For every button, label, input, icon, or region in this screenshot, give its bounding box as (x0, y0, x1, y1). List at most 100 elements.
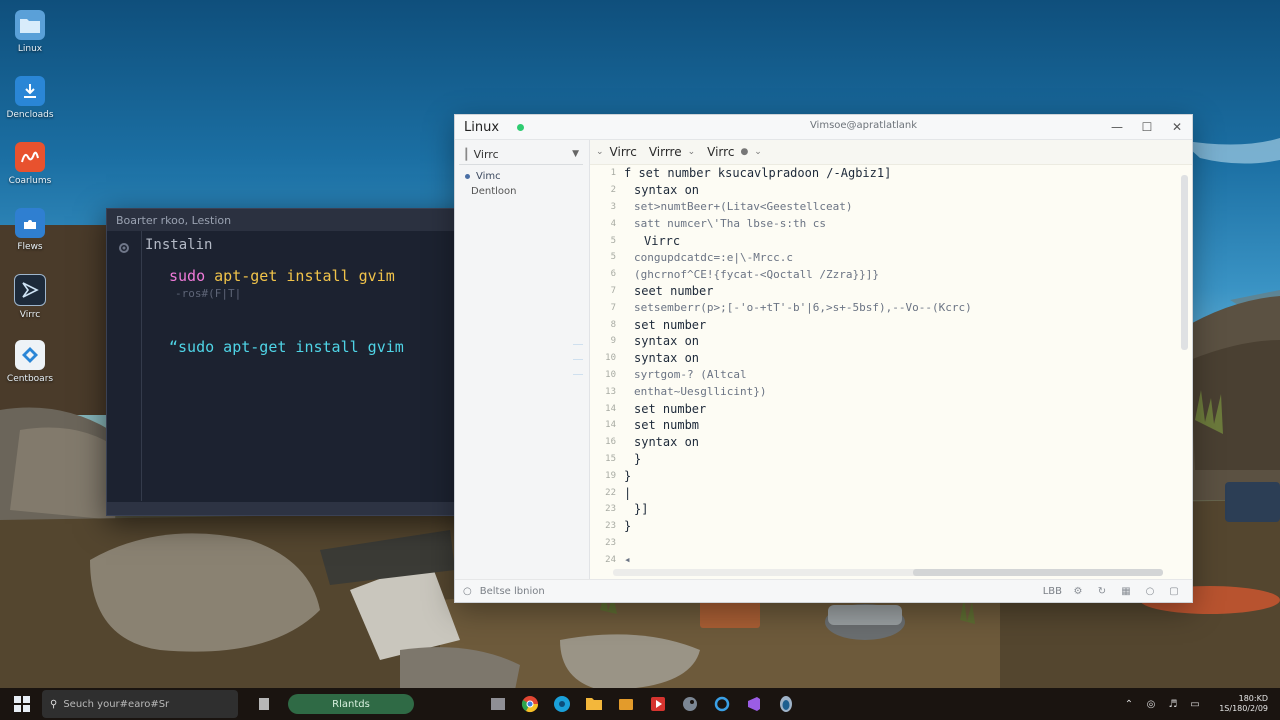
line-number: 5 (610, 235, 616, 246)
code-line[interactable]: 14 set numbm (590, 417, 1178, 434)
status-sync-icon[interactable]: ↻ (1094, 586, 1110, 597)
chevron-down-icon: ⌄ (596, 147, 604, 157)
code-line[interactable]: 2 syntax on (590, 182, 1178, 199)
desktop-icon-centboars[interactable]: Centboars (0, 336, 60, 402)
status-grid-icon[interactable]: ▦ (1118, 586, 1134, 597)
line-number: 14 (605, 403, 616, 414)
code-line[interactable]: 3 set>numtBeer+(Litav<Geestellceat) (590, 199, 1178, 216)
sidebar-file-select[interactable]: ┃ Virrc ▼ (459, 144, 583, 165)
editor-titlebar[interactable]: Linux Vimsoe@apratlatlank — ☐ ✕ (455, 115, 1192, 140)
desktop-icon-coarlums[interactable]: Coarlums (0, 138, 60, 204)
chrome-icon[interactable] (514, 690, 546, 718)
volume-icon[interactable]: ♬ (1162, 699, 1184, 710)
tab-virrc-active[interactable]: Virrc ● ⌄ (701, 145, 768, 159)
taskbar-active-app[interactable]: Rlantds (288, 694, 414, 714)
editor-statusbar: ○ Beltse lbnion LBB ⚙ ↻ ▦ ○ ▢ (455, 579, 1192, 602)
line-number: 23 (605, 504, 616, 515)
bullet-icon (465, 174, 470, 179)
editor-horizontal-scrollbar[interactable] (613, 569, 1163, 576)
code-line[interactable]: 10 syntax on (590, 350, 1178, 367)
scrollbar-thumb[interactable] (913, 569, 1163, 576)
code-text: set>numtBeer+(Litav<Geestellceat) (634, 200, 853, 214)
code-line[interactable]: 10 syrtgom-? (Altcal (590, 367, 1178, 384)
code-text: set number (634, 401, 707, 416)
status-panel-icon[interactable]: ▢ (1166, 586, 1182, 597)
code-line[interactable]: 13 enthat~Uesgllicint}) (590, 383, 1178, 400)
code-line[interactable]: 7 seet number (590, 283, 1178, 300)
chevron-down-icon: ⌄ (687, 147, 696, 157)
battery-icon[interactable]: ▭ (1184, 699, 1206, 710)
line-number: 24 (605, 554, 616, 565)
code-line[interactable]: 5 congupdcatdc=:e|\-Mrcc.c (590, 249, 1178, 266)
tab-label: Virrc (609, 145, 637, 159)
sidebar-markers (573, 330, 583, 375)
code-line[interactable]: 23} (590, 518, 1178, 535)
sidebar-select-value: Virrc (473, 147, 499, 161)
code-text: enthat~Uesgllicint}) (634, 385, 767, 399)
code-line[interactable]: 7 setsemberr(p>;[-'o-+tT'-b'|6,>s+-5bsf),… (590, 299, 1178, 316)
code-line[interactable]: 8 set number (590, 316, 1178, 333)
edge-icon[interactable] (546, 690, 578, 718)
start-button[interactable] (6, 688, 38, 720)
line-number: 2 (610, 185, 616, 196)
taskbar: ⚲ Seuch your#earo#Sr Rlantds ⌃ ◎ ♬ ▭ 180 (0, 688, 1280, 720)
editor-window[interactable]: Linux Vimsoe@apratlatlank — ☐ ✕ ┃ Virrc … (454, 114, 1193, 603)
file-explorer-icon[interactable] (482, 690, 514, 718)
code-line[interactable]: 15} (590, 451, 1178, 468)
code-line[interactable]: 9 syntax on (590, 333, 1178, 350)
desktop-icon-flews[interactable]: Flews (0, 204, 60, 270)
code-editor[interactable]: 1 f set number ksucavlpradoon /-Agbiz1] 2 s… (590, 165, 1178, 568)
code-text: syntax on (634, 435, 700, 450)
line-number: 7 (610, 302, 616, 313)
code-line[interactable]: 14 set number (590, 400, 1178, 417)
linux-app-icon[interactable] (770, 690, 802, 718)
line-number: 3 (610, 201, 616, 212)
code-line[interactable]: 6 (ghcrnof^CE!{fycat-<Qoctall /Zzra}}]} (590, 266, 1178, 283)
status-bell-icon[interactable]: ○ (1142, 586, 1158, 597)
tab-virrc[interactable]: ⌄ Virrc (590, 145, 643, 159)
code-line[interactable]: 22 | (590, 484, 1178, 501)
desktop-icon-downloads[interactable]: Dencloads (0, 72, 60, 138)
code-line[interactable]: 1 f set number ksucavlpradoon /-Agbiz1] (590, 165, 1178, 182)
code-line[interactable]: 24 ◂ (590, 551, 1178, 568)
status-settings-icon[interactable]: ⚙ (1070, 586, 1086, 597)
search-icon: ⚲ (50, 698, 58, 710)
desktop-icon-linux[interactable]: Linux (0, 6, 60, 72)
line-number: 22 (605, 487, 616, 498)
terminal-settings-icon[interactable] (117, 240, 131, 254)
tab-close-icon[interactable]: ● (740, 147, 748, 157)
windows-icon (14, 696, 30, 712)
sidebar-item-vimc[interactable]: Vimc (455, 165, 589, 182)
editor-sidebar: ┃ Virrc ▼ Vimc Dentloon (455, 140, 590, 580)
taskbar-search[interactable]: ⚲ Seuch your#earo#Sr (42, 690, 238, 718)
code-line[interactable]: 23 (590, 535, 1178, 552)
media-icon[interactable] (642, 690, 674, 718)
files-icon[interactable] (610, 690, 642, 718)
network-icon[interactable]: ◎ (1140, 699, 1162, 710)
taskbar-task-view-icon[interactable] (248, 690, 280, 718)
desktop-icon-virrc[interactable]: Virrc (0, 270, 60, 336)
line-number: 15 (605, 453, 616, 464)
code-text: satt numcer\'Tha lbse-s:th cs (634, 217, 827, 231)
visual-studio-icon[interactable] (738, 690, 770, 718)
line-number: 10 (605, 353, 616, 364)
line-number: 23 (605, 537, 616, 548)
line-number: 16 (605, 437, 616, 448)
vim-icon (14, 274, 46, 306)
taskbar-clock[interactable]: 180:KD 1S/180/2/09 (1206, 694, 1268, 714)
app-icon (15, 142, 45, 172)
code-line[interactable]: 16 syntax on (590, 434, 1178, 451)
editor-vertical-scrollbar[interactable] (1181, 175, 1188, 350)
puzzle-icon (15, 208, 45, 238)
code-line[interactable]: 4 satt numcer\'Tha lbse-s:th cs (590, 215, 1178, 232)
sync-icon[interactable] (706, 690, 738, 718)
code-line[interactable]: 19 } (590, 467, 1178, 484)
tab-virrre[interactable]: Virrre ⌄ (643, 145, 701, 159)
code-line[interactable]: 5 Virrc (590, 232, 1178, 249)
code-line[interactable]: 23}] (590, 501, 1178, 518)
status-circle-icon: ○ (463, 585, 472, 597)
sidebar-item-dentloon[interactable]: Dentloon (455, 182, 589, 197)
steam-icon[interactable] (674, 690, 706, 718)
chevron-up-icon[interactable]: ⌃ (1118, 699, 1140, 710)
folder-icon[interactable] (578, 690, 610, 718)
